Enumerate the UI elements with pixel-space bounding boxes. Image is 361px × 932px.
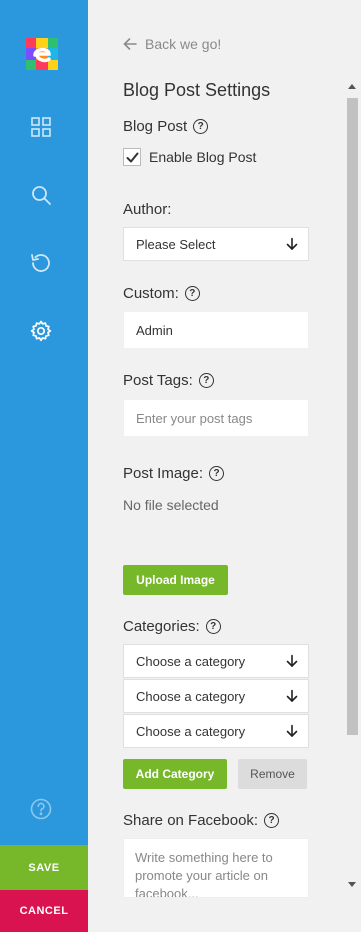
- sidebar-rail: [0, 0, 88, 932]
- logo-e-icon[interactable]: [26, 38, 58, 70]
- custom-input[interactable]: Admin: [123, 311, 309, 349]
- arrow-down-icon: [286, 689, 298, 702]
- blog-post-label: Blog Post ?: [123, 118, 209, 135]
- arrow-down-icon: [286, 724, 298, 737]
- add-category-button[interactable]: Add Category: [123, 759, 227, 789]
- cancel-button[interactable]: CANCEL: [0, 890, 88, 932]
- search-icon[interactable]: [28, 182, 54, 208]
- category-select-value: Choose a category: [136, 723, 246, 739]
- custom-label: Custom: ?: [123, 285, 200, 302]
- post-tags-label-text: Post Tags:: [123, 372, 193, 389]
- category-select[interactable]: Choose a category: [123, 679, 309, 713]
- author-select-value: Please Select: [136, 236, 216, 252]
- category-select[interactable]: Choose a category: [123, 714, 309, 748]
- checkbox-checked-icon[interactable]: [123, 148, 141, 166]
- upload-image-button[interactable]: Upload Image: [123, 565, 228, 595]
- history-icon[interactable]: [28, 250, 54, 276]
- enable-blog-post-checkbox[interactable]: Enable Blog Post: [123, 148, 256, 166]
- custom-label-text: Custom:: [123, 285, 179, 302]
- help-icon[interactable]: ?: [264, 813, 280, 828]
- back-label: Back we go!: [145, 36, 222, 52]
- remove-button[interactable]: Remove: [238, 759, 307, 789]
- dashboard-grid-icon[interactable]: [28, 114, 54, 140]
- post-tags-label: Post Tags: ?: [123, 372, 214, 389]
- help-icon[interactable]: ?: [205, 619, 221, 634]
- post-image-label-text: Post Image:: [123, 465, 204, 482]
- author-label: Author:: [123, 201, 172, 218]
- author-select[interactable]: Please Select: [123, 227, 309, 261]
- back-link[interactable]: Back we go!: [123, 36, 221, 52]
- gear-icon[interactable]: [28, 318, 54, 344]
- blog-post-label-text: Blog Post: [123, 118, 188, 135]
- scrollbar-thumb[interactable]: [347, 98, 358, 735]
- share-facebook-label: Share on Facebook: ?: [123, 812, 280, 829]
- post-tags-input[interactable]: Enter your post tags: [123, 399, 309, 437]
- scroll-down-icon[interactable]: [348, 882, 356, 887]
- arrow-left-icon: [123, 38, 137, 50]
- category-select-value: Choose a category: [136, 688, 246, 704]
- arrow-down-icon: [286, 237, 298, 250]
- settings-panel: Back we go! Blog Post Settings Blog Post…: [88, 0, 361, 932]
- help-icon[interactable]: ?: [198, 373, 214, 388]
- category-select[interactable]: Choose a category: [123, 644, 309, 678]
- page-title: Blog Post Settings: [123, 80, 271, 100]
- file-status: No file selected: [123, 497, 219, 513]
- enable-blog-post-label: Enable Blog Post: [149, 149, 257, 165]
- help-icon[interactable]: ?: [193, 119, 209, 134]
- help-icon[interactable]: [28, 796, 54, 822]
- post-image-label: Post Image: ?: [123, 465, 225, 482]
- help-icon[interactable]: ?: [209, 466, 225, 481]
- category-select-value: Choose a category: [136, 653, 246, 669]
- facebook-message-textarea[interactable]: Write something here to promote your art…: [123, 838, 309, 898]
- help-icon[interactable]: ?: [184, 286, 200, 301]
- scroll-up-icon[interactable]: [348, 84, 356, 89]
- share-facebook-label-text: Share on Facebook:: [123, 812, 259, 829]
- categories-label-text: Categories:: [123, 618, 200, 635]
- arrow-down-icon: [286, 654, 298, 667]
- categories-label: Categories: ?: [123, 618, 221, 635]
- save-button[interactable]: SAVE: [0, 845, 88, 890]
